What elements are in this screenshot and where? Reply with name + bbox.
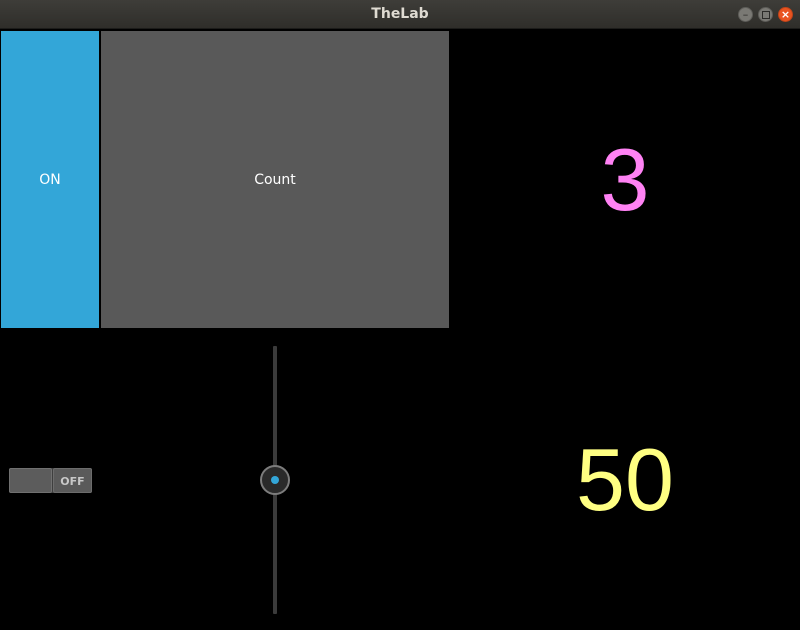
count-button[interactable]: Count: [101, 31, 449, 328]
switch-state-label: OFF: [53, 468, 92, 493]
minimize-button[interactable]: –: [738, 7, 753, 22]
slider-thumb[interactable]: [260, 465, 290, 495]
toggle-button[interactable]: ON: [1, 31, 99, 328]
main-content: ON Count 3 OFF 50: [0, 30, 800, 630]
count-value-label: 3: [600, 130, 650, 229]
on-off-switch[interactable]: OFF: [9, 468, 92, 493]
toggle-button-label: ON: [39, 171, 61, 188]
maximize-icon: [761, 10, 770, 19]
window-title: TheLab: [371, 6, 429, 22]
switch-thumb[interactable]: [9, 468, 52, 493]
count-button-label: Count: [254, 171, 296, 188]
close-button[interactable]: ×: [778, 7, 793, 22]
title-bar[interactable]: TheLab – ×: [0, 0, 800, 29]
vertical-slider[interactable]: [258, 346, 292, 614]
minimize-icon: –: [742, 8, 749, 21]
slider-value-label: 50: [576, 430, 674, 529]
close-icon: ×: [780, 8, 791, 21]
slider-thumb-dot: [271, 476, 279, 484]
maximize-button[interactable]: [758, 7, 773, 22]
